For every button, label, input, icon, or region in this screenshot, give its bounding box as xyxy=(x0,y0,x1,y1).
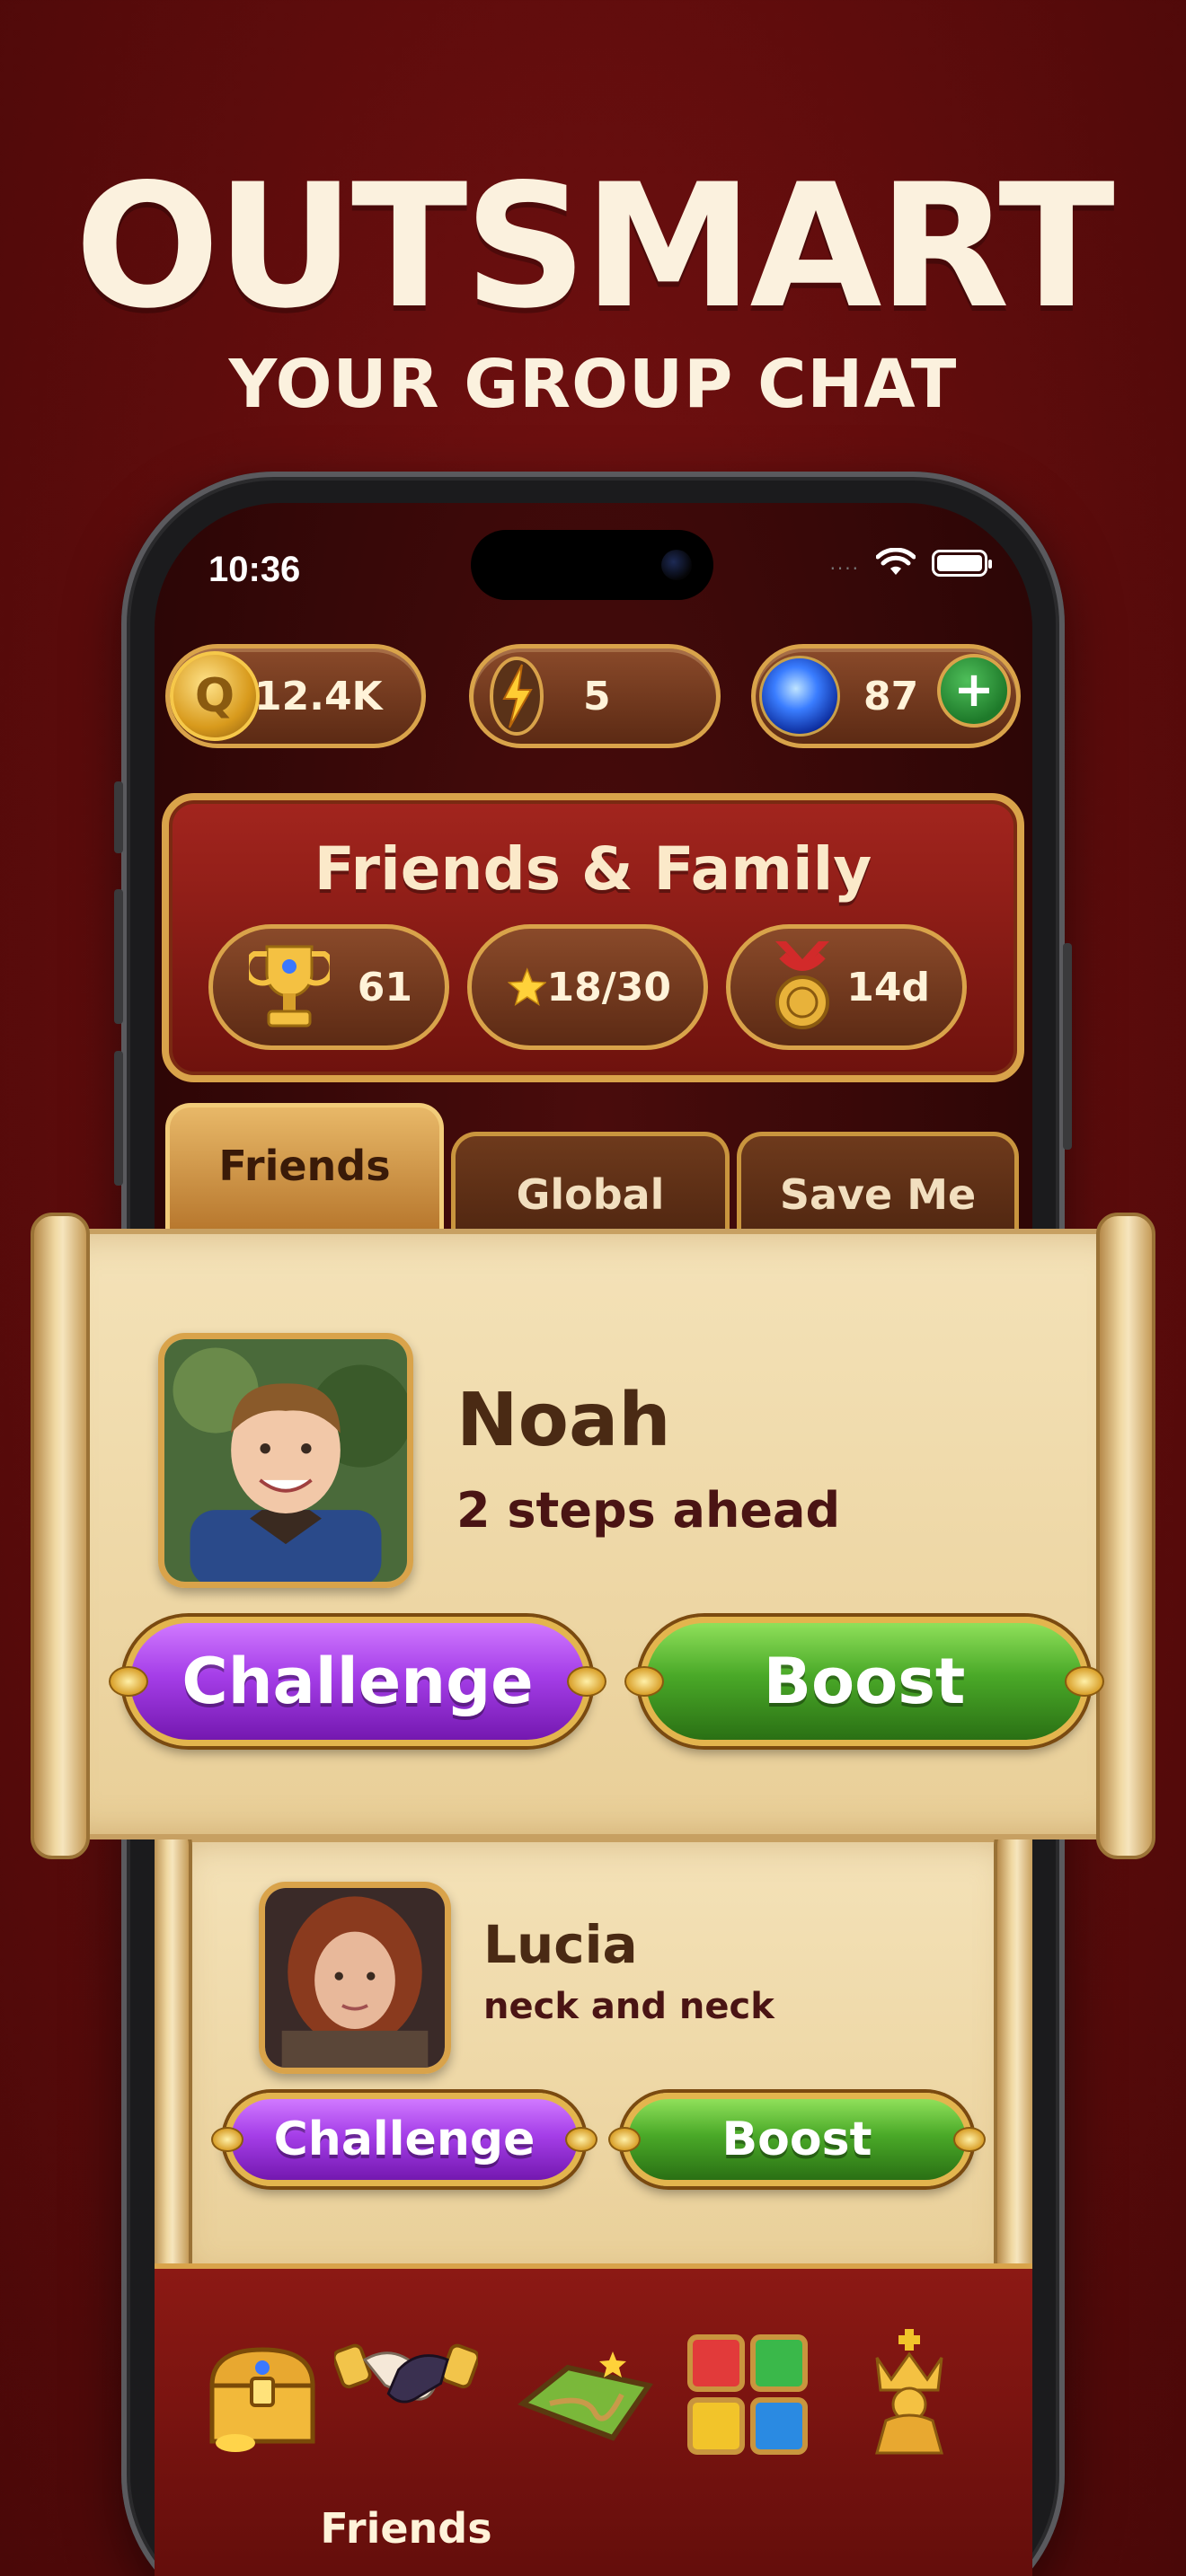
button-knob-right xyxy=(565,2127,597,2152)
star-icon xyxy=(508,967,547,1006)
coins-counter[interactable]: Q 12.4K xyxy=(165,644,426,748)
phone-volume-up xyxy=(114,889,123,1024)
trophy-value: 61 xyxy=(357,964,412,1010)
nav-leaderboard[interactable] xyxy=(837,2323,981,2466)
king-icon xyxy=(875,2329,943,2455)
status-time: 10:36 xyxy=(208,550,301,589)
energy-counter[interactable]: 5 xyxy=(469,644,721,748)
battery-icon xyxy=(932,550,992,577)
hero-title: OUTSMART xyxy=(75,147,1115,346)
button-knob-right xyxy=(567,1666,606,1697)
gems-value: 87 xyxy=(863,673,919,719)
friend-card-noah: Noah 2 steps ahead xyxy=(54,1229,1132,1839)
timer-stat: 14d xyxy=(726,924,967,1050)
dynamic-island xyxy=(471,530,713,600)
lucia-status: neck and neck xyxy=(483,1986,774,2027)
timer-value: 14d xyxy=(846,964,930,1010)
button-knob-left xyxy=(624,1666,664,1697)
treasure-chest-icon xyxy=(209,2347,315,2452)
nav-shop[interactable] xyxy=(190,2323,334,2466)
noah-challenge-button[interactable]: Challenge xyxy=(109,1617,606,1746)
coin-icon: Q xyxy=(170,651,260,741)
trophy-icon xyxy=(249,945,330,1028)
gem-icon xyxy=(759,656,840,737)
friend-card-lucia: Lucia neck and neck xyxy=(173,1837,1017,2286)
tab-friends[interactable]: Friends xyxy=(165,1103,444,1229)
energy-value: 5 xyxy=(583,673,611,719)
scroll-roll-right xyxy=(994,1823,1032,2299)
lucia-name: Lucia xyxy=(483,1914,638,1975)
button-knob-left xyxy=(211,2127,243,2152)
lucia-avatar xyxy=(259,1882,451,2074)
button-knob-left xyxy=(109,1666,148,1697)
handshake-icon xyxy=(334,2343,478,2404)
noah-status: 2 steps ahead xyxy=(456,1482,841,1539)
league-title: Friends & Family xyxy=(314,834,872,904)
league-panel: Friends & Family 61 18/30 14d xyxy=(162,793,1024,1082)
nav-friends[interactable] xyxy=(334,2305,478,2448)
scroll-roll-left xyxy=(155,1823,192,2299)
medal-icon xyxy=(775,941,829,1029)
button-knob-left xyxy=(608,2127,641,2152)
status-icons: .... xyxy=(829,548,992,578)
button-knob-right xyxy=(953,2127,986,2152)
bottom-nav: Friends xyxy=(155,2263,1032,2576)
lucia-challenge-button[interactable]: Challenge xyxy=(211,2093,597,2186)
trophy-stat: 61 xyxy=(208,924,449,1050)
noah-boost-label: Boost xyxy=(763,1645,966,1718)
gems-counter[interactable]: 87 + xyxy=(751,644,1021,748)
nav-map[interactable] xyxy=(514,2323,658,2466)
noah-name: Noah xyxy=(456,1378,671,1463)
phone-volume-down xyxy=(114,1051,123,1186)
nav-active-label: Friends xyxy=(320,2504,492,2553)
scroll-roll-left xyxy=(31,1213,90,1859)
noah-boost-button[interactable]: Boost xyxy=(624,1617,1104,1746)
add-gems-button[interactable]: + xyxy=(937,654,1011,728)
lightning-icon xyxy=(490,657,544,736)
phone-power-button xyxy=(1063,943,1072,1150)
lucia-challenge-label: Challenge xyxy=(273,2113,535,2166)
grid-icon xyxy=(687,2334,808,2455)
camera-icon xyxy=(661,550,692,580)
signal-dots: .... xyxy=(829,552,860,574)
noah-challenge-label: Challenge xyxy=(181,1645,534,1718)
scroll-roll-right xyxy=(1096,1213,1155,1859)
button-knob-right xyxy=(1065,1666,1104,1697)
hero-subtitle: YOUR GROUP CHAT xyxy=(228,346,958,423)
lucia-boost-label: Boost xyxy=(721,2113,872,2166)
coins-value: 12.4K xyxy=(254,673,383,719)
lucia-boost-button[interactable]: Boost xyxy=(608,2093,986,2186)
nav-levels[interactable] xyxy=(676,2323,819,2466)
map-icon xyxy=(518,2351,653,2441)
phone-side-button xyxy=(114,781,123,853)
stars-stat: 18/30 xyxy=(467,924,708,1050)
wifi-icon xyxy=(876,548,916,575)
stars-value: 18/30 xyxy=(546,964,671,1010)
noah-avatar xyxy=(158,1333,413,1588)
